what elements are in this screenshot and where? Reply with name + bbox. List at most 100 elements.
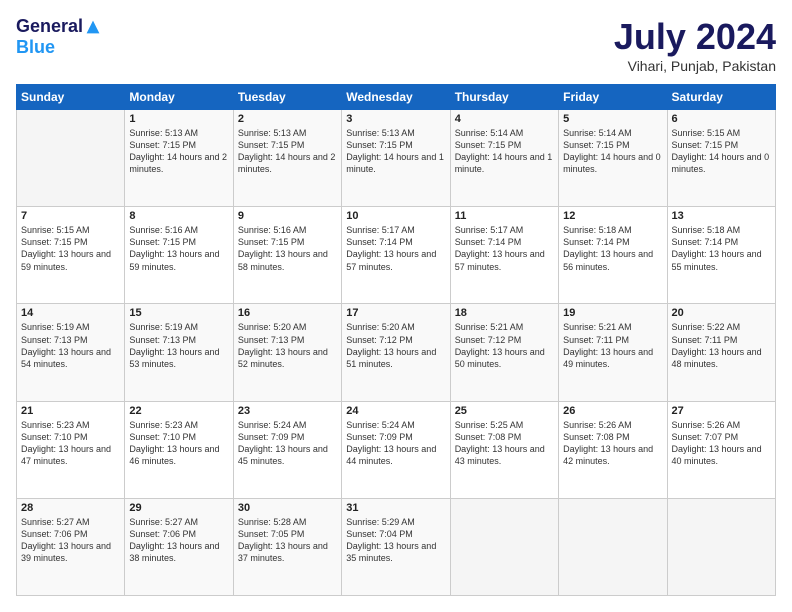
calendar-cell: 21 Sunrise: 5:23 AMSunset: 7:10 PMDayligh… [17, 401, 125, 498]
day-info: Sunrise: 5:29 AMSunset: 7:04 PMDaylight:… [346, 516, 445, 565]
day-info: Sunrise: 5:13 AMSunset: 7:15 PMDaylight:… [238, 127, 337, 176]
day-number: 24 [346, 405, 445, 417]
day-number: 5 [563, 113, 662, 125]
day-number: 19 [563, 307, 662, 319]
day-info: Sunrise: 5:23 AMSunset: 7:10 PMDaylight:… [21, 419, 120, 468]
day-info: Sunrise: 5:23 AMSunset: 7:10 PMDaylight:… [129, 419, 228, 468]
day-info: Sunrise: 5:28 AMSunset: 7:05 PMDaylight:… [238, 516, 337, 565]
day-number: 2 [238, 113, 337, 125]
calendar-cell: 13 Sunrise: 5:18 AMSunset: 7:14 PMDayligh… [667, 207, 775, 304]
logo-text: General [16, 16, 101, 37]
calendar-cell: 10 Sunrise: 5:17 AMSunset: 7:14 PMDayligh… [342, 207, 450, 304]
column-header-saturday: Saturday [667, 85, 775, 110]
day-number: 21 [21, 405, 120, 417]
day-info: Sunrise: 5:14 AMSunset: 7:15 PMDaylight:… [563, 127, 662, 176]
day-info: Sunrise: 5:19 AMSunset: 7:13 PMDaylight:… [21, 321, 120, 370]
day-number: 30 [238, 502, 337, 514]
day-number: 3 [346, 113, 445, 125]
week-row-3: 21 Sunrise: 5:23 AMSunset: 7:10 PMDayligh… [17, 401, 776, 498]
day-number: 25 [455, 405, 554, 417]
location: Vihari, Punjab, Pakistan [614, 58, 776, 74]
day-info: Sunrise: 5:26 AMSunset: 7:07 PMDaylight:… [672, 419, 771, 468]
week-row-1: 7 Sunrise: 5:15 AMSunset: 7:15 PMDaylight… [17, 207, 776, 304]
title-block: July 2024 Vihari, Punjab, Pakistan [614, 16, 776, 74]
logo: General Blue [16, 16, 101, 58]
day-number: 31 [346, 502, 445, 514]
day-info: Sunrise: 5:14 AMSunset: 7:15 PMDaylight:… [455, 127, 554, 176]
day-info: Sunrise: 5:15 AMSunset: 7:15 PMDaylight:… [21, 224, 120, 273]
calendar-cell: 30 Sunrise: 5:28 AMSunset: 7:05 PMDayligh… [233, 498, 341, 595]
logo-blue-text: Blue [16, 37, 55, 58]
calendar-cell: 20Sunrise: 5:22 AMSunset: 7:11 PMDayligh… [667, 304, 775, 401]
calendar-cell [450, 498, 558, 595]
calendar-cell: 9 Sunrise: 5:16 AMSunset: 7:15 PMDaylight… [233, 207, 341, 304]
calendar-cell: 2 Sunrise: 5:13 AMSunset: 7:15 PMDaylight… [233, 110, 341, 207]
day-number: 26 [563, 405, 662, 417]
calendar-cell: 29Sunrise: 5:27 AMSunset: 7:06 PMDayligh… [125, 498, 233, 595]
column-header-monday: Monday [125, 85, 233, 110]
calendar-cell: 25 Sunrise: 5:25 AMSunset: 7:08 PMDayligh… [450, 401, 558, 498]
column-header-thursday: Thursday [450, 85, 558, 110]
calendar-cell: 8Sunrise: 5:16 AMSunset: 7:15 PMDaylight… [125, 207, 233, 304]
day-number: 10 [346, 210, 445, 222]
day-info: Sunrise: 5:20 AMSunset: 7:12 PMDaylight:… [346, 321, 445, 370]
day-info: Sunrise: 5:18 AMSunset: 7:14 PMDaylight:… [672, 224, 771, 273]
day-info: Sunrise: 5:22 AMSunset: 7:11 PMDaylight:… [672, 321, 771, 370]
day-info: Sunrise: 5:13 AMSunset: 7:15 PMDaylight:… [346, 127, 445, 176]
calendar-cell: 15Sunrise: 5:19 AMSunset: 7:13 PMDayligh… [125, 304, 233, 401]
day-number: 18 [455, 307, 554, 319]
week-row-0: 1 Sunrise: 5:13 AMSunset: 7:15 PMDaylight… [17, 110, 776, 207]
day-info: Sunrise: 5:20 AMSunset: 7:13 PMDaylight:… [238, 321, 337, 370]
day-info: Sunrise: 5:16 AMSunset: 7:15 PMDaylight:… [238, 224, 337, 273]
day-info: Sunrise: 5:18 AMSunset: 7:14 PMDaylight:… [563, 224, 662, 273]
calendar-cell: 1 Sunrise: 5:13 AMSunset: 7:15 PMDaylight… [125, 110, 233, 207]
day-number: 9 [238, 210, 337, 222]
month-title: July 2024 [614, 16, 776, 58]
day-info: Sunrise: 5:13 AMSunset: 7:15 PMDaylight:… [129, 127, 228, 176]
page: General Blue July 2024 Vihari, Punjab, P… [0, 0, 792, 612]
calendar-cell: 22 Sunrise: 5:23 AMSunset: 7:10 PMDayligh… [125, 401, 233, 498]
day-number: 17 [346, 307, 445, 319]
column-header-sunday: Sunday [17, 85, 125, 110]
week-row-2: 14 Sunrise: 5:19 AMSunset: 7:13 PMDayligh… [17, 304, 776, 401]
day-number: 27 [672, 405, 771, 417]
calendar-cell: 5 Sunrise: 5:14 AMSunset: 7:15 PMDaylight… [559, 110, 667, 207]
day-number: 16 [238, 307, 337, 319]
calendar-cell: 12 Sunrise: 5:18 AMSunset: 7:14 PMDayligh… [559, 207, 667, 304]
calendar: SundayMondayTuesdayWednesdayThursdayFrid… [16, 84, 776, 596]
calendar-cell: 18 Sunrise: 5:21 AMSunset: 7:12 PMDayligh… [450, 304, 558, 401]
logo-icon [85, 19, 101, 35]
calendar-cell: 23Sunrise: 5:24 AMSunset: 7:09 PMDayligh… [233, 401, 341, 498]
day-number: 13 [672, 210, 771, 222]
calendar-cell: 24 Sunrise: 5:24 AMSunset: 7:09 PMDayligh… [342, 401, 450, 498]
day-number: 6 [672, 113, 771, 125]
day-info: Sunrise: 5:25 AMSunset: 7:08 PMDaylight:… [455, 419, 554, 468]
day-info: Sunrise: 5:24 AMSunset: 7:09 PMDaylight:… [238, 419, 337, 468]
day-number: 22 [129, 405, 228, 417]
calendar-cell: 26 Sunrise: 5:26 AMSunset: 7:08 PMDayligh… [559, 401, 667, 498]
day-number: 7 [21, 210, 120, 222]
day-number: 1 [129, 113, 228, 125]
calendar-cell [17, 110, 125, 207]
day-number: 28 [21, 502, 120, 514]
day-number: 29 [129, 502, 228, 514]
day-info: Sunrise: 5:26 AMSunset: 7:08 PMDaylight:… [563, 419, 662, 468]
calendar-cell: 4 Sunrise: 5:14 AMSunset: 7:15 PMDaylight… [450, 110, 558, 207]
day-info: Sunrise: 5:17 AMSunset: 7:14 PMDaylight:… [346, 224, 445, 273]
calendar-cell: 19Sunrise: 5:21 AMSunset: 7:11 PMDayligh… [559, 304, 667, 401]
day-info: Sunrise: 5:21 AMSunset: 7:12 PMDaylight:… [455, 321, 554, 370]
day-info: Sunrise: 5:24 AMSunset: 7:09 PMDaylight:… [346, 419, 445, 468]
week-row-4: 28Sunrise: 5:27 AMSunset: 7:06 PMDayligh… [17, 498, 776, 595]
calendar-body: 1 Sunrise: 5:13 AMSunset: 7:15 PMDaylight… [17, 110, 776, 596]
day-number: 11 [455, 210, 554, 222]
calendar-cell: 3 Sunrise: 5:13 AMSunset: 7:15 PMDaylight… [342, 110, 450, 207]
day-number: 14 [21, 307, 120, 319]
day-number: 12 [563, 210, 662, 222]
calendar-cell: 28Sunrise: 5:27 AMSunset: 7:06 PMDayligh… [17, 498, 125, 595]
day-number: 4 [455, 113, 554, 125]
day-number: 15 [129, 307, 228, 319]
day-info: Sunrise: 5:15 AMSunset: 7:15 PMDaylight:… [672, 127, 771, 176]
calendar-cell: 17 Sunrise: 5:20 AMSunset: 7:12 PMDayligh… [342, 304, 450, 401]
calendar-header: SundayMondayTuesdayWednesdayThursdayFrid… [17, 85, 776, 110]
calendar-cell: 27 Sunrise: 5:26 AMSunset: 7:07 PMDayligh… [667, 401, 775, 498]
